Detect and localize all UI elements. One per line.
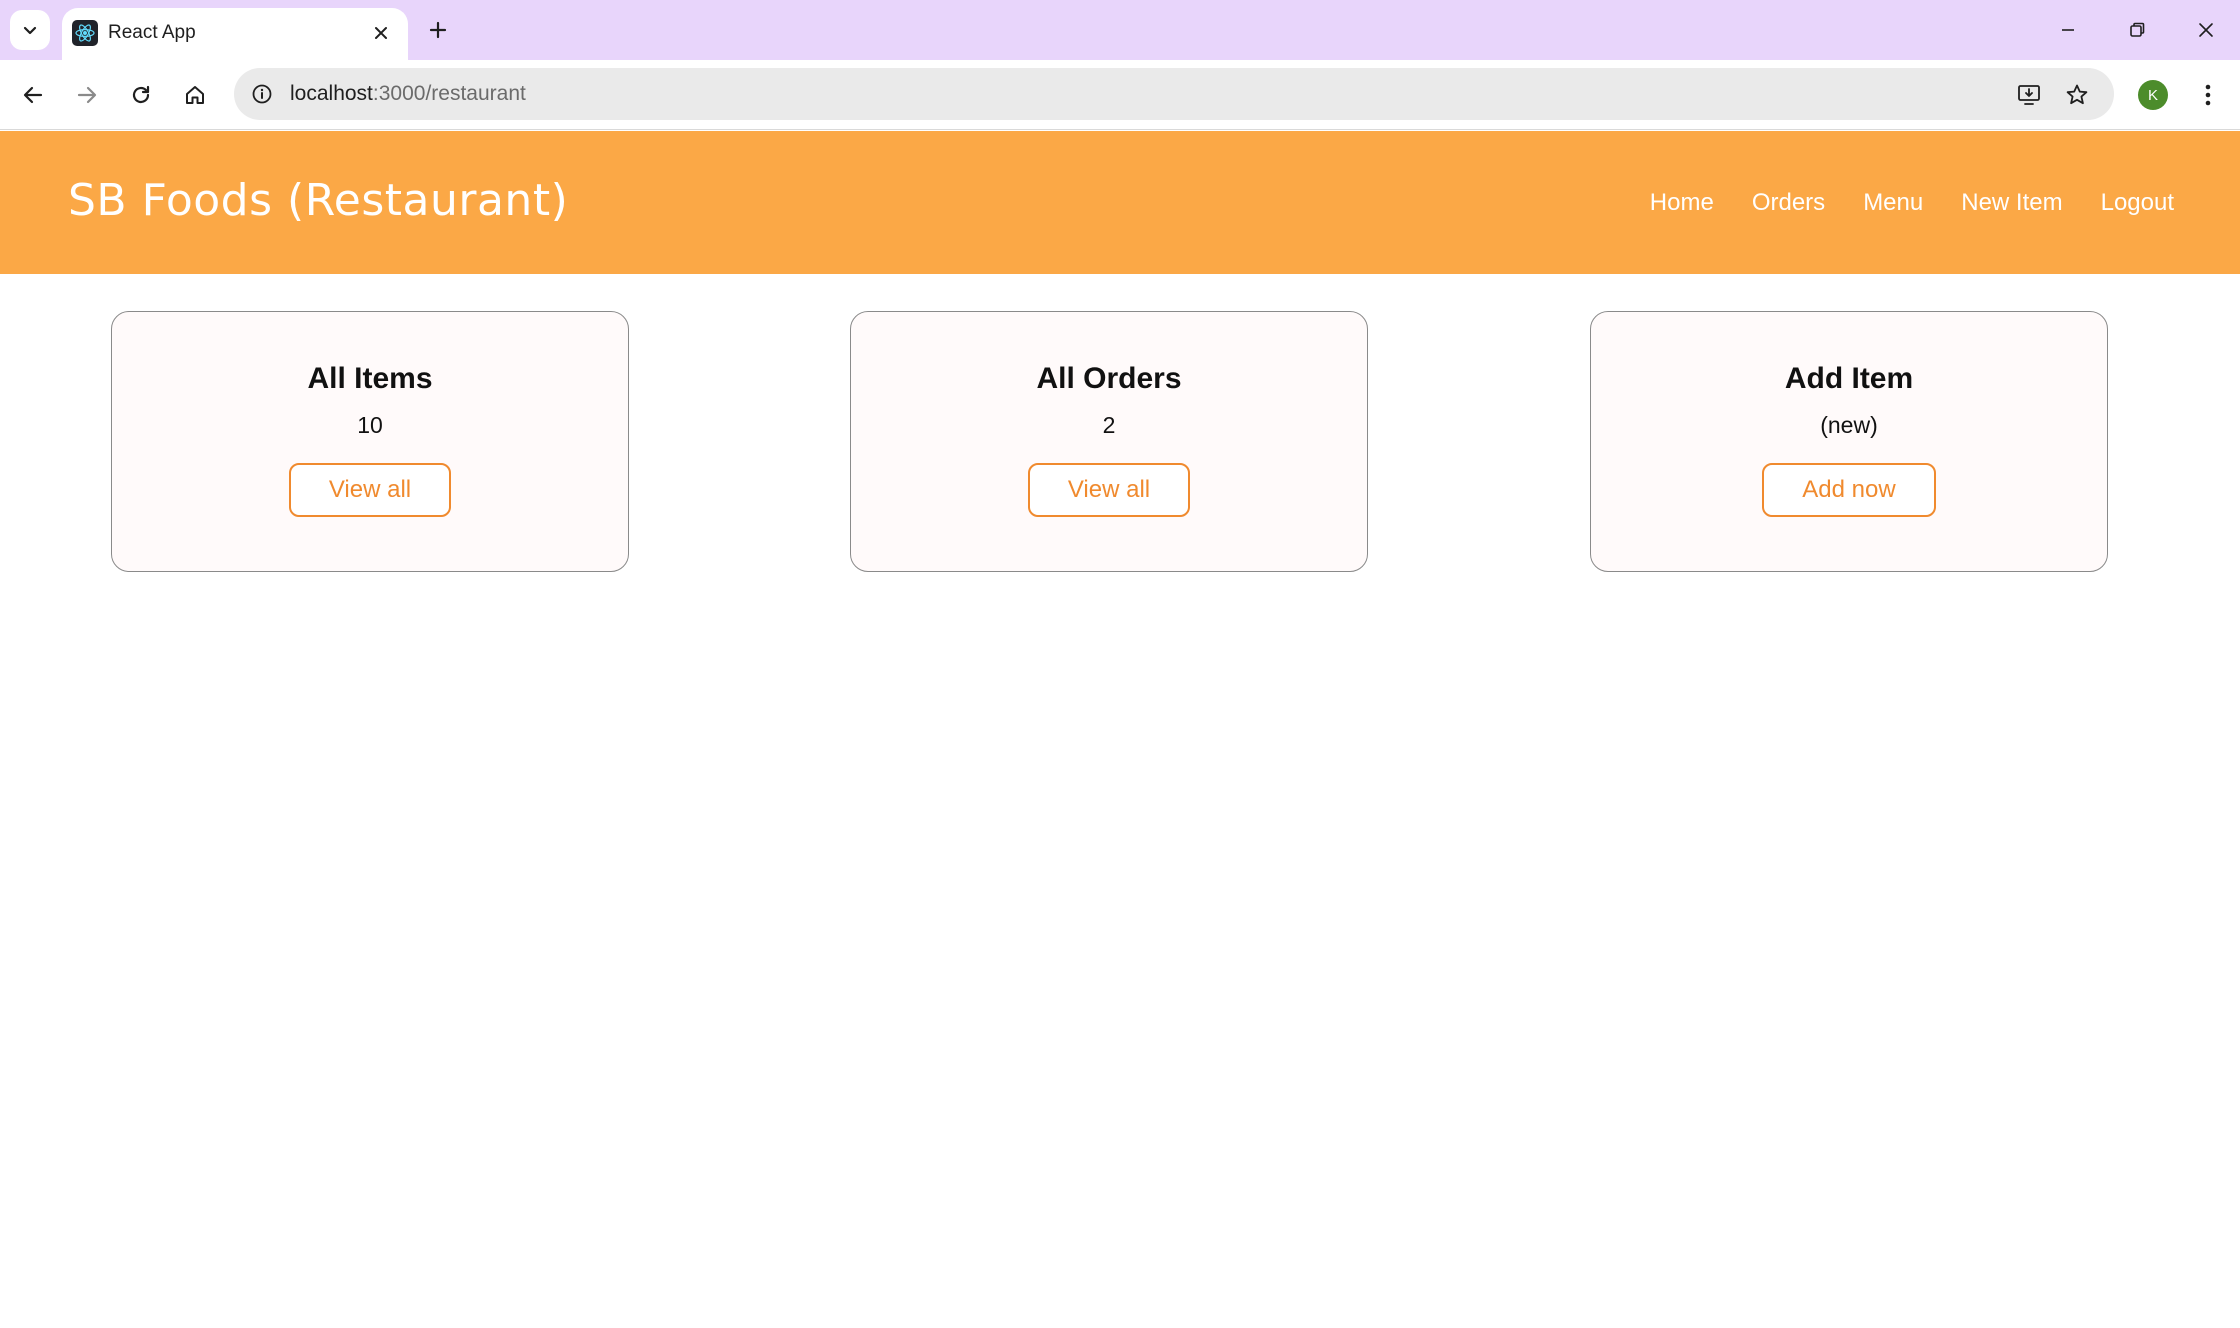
more-vertical-icon: [2205, 84, 2211, 106]
card-add-item: Add Item (new) Add now: [1590, 311, 2108, 572]
browser-toolbar: localhost:3000/restaurant K: [0, 60, 2240, 130]
close-icon: [375, 27, 387, 39]
nav-link-logout[interactable]: Logout: [2101, 189, 2174, 217]
arrow-right-icon: [77, 86, 97, 104]
forward-button[interactable]: [67, 75, 107, 115]
minimize-button[interactable]: [2040, 8, 2096, 52]
close-icon: [2199, 23, 2213, 37]
url-path: :3000/restaurant: [372, 82, 526, 105]
nav-link-orders[interactable]: Orders: [1752, 189, 1825, 217]
view-all-items-button[interactable]: View all: [288, 463, 452, 517]
reload-icon: [132, 85, 150, 104]
add-now-button[interactable]: Add now: [1762, 463, 1936, 517]
home-button[interactable]: [175, 75, 215, 115]
card-value: (new): [1820, 412, 1878, 438]
url-host: localhost: [290, 82, 373, 105]
arrow-left-icon: [23, 86, 43, 104]
minimize-icon: [2062, 29, 2074, 31]
restore-icon: [2130, 22, 2145, 37]
plus-icon: [429, 21, 447, 39]
brand-title[interactable]: SB Foods (Restaurant): [68, 175, 568, 226]
reload-button[interactable]: [121, 75, 161, 115]
browser-menu-button[interactable]: [2190, 75, 2226, 115]
app-navbar: SB Foods (Restaurant) Home Orders Menu N…: [0, 131, 2240, 274]
react-logo-icon: [72, 20, 98, 46]
browser-tab-strip: React App: [0, 0, 2240, 60]
view-all-orders-button[interactable]: View all: [1027, 463, 1191, 517]
nav-link-menu[interactable]: Menu: [1863, 189, 1923, 217]
url-text[interactable]: localhost:3000/restaurant: [290, 82, 526, 106]
nav-link-home[interactable]: Home: [1650, 189, 1714, 217]
restore-button[interactable]: [2109, 8, 2165, 52]
install-app-icon[interactable]: [2012, 78, 2046, 112]
card-title: All Orders: [1036, 362, 1182, 395]
tab-search-button[interactable]: [10, 10, 50, 50]
card-title: Add Item: [1784, 362, 1914, 395]
card-title: All Items: [307, 362, 433, 395]
nav-links: Home Orders Menu New Item Logout: [1650, 189, 2174, 217]
bookmark-star-icon[interactable]: [2060, 78, 2094, 112]
address-bar[interactable]: localhost:3000/restaurant: [234, 68, 2114, 120]
nav-link-new-item[interactable]: New Item: [1961, 189, 2062, 217]
chevron-down-icon: [23, 26, 37, 35]
back-button[interactable]: [13, 75, 53, 115]
card-value: 10: [357, 412, 383, 438]
tab-title: React App: [108, 22, 196, 43]
new-tab-button[interactable]: [420, 12, 456, 48]
home-icon: [186, 86, 204, 104]
close-window-button[interactable]: [2178, 8, 2234, 52]
card-all-items: All Items 10 View all: [111, 311, 629, 572]
site-info-icon[interactable]: [246, 78, 278, 110]
tab-close-button[interactable]: [368, 20, 394, 46]
card-value: 2: [1102, 412, 1116, 438]
browser-tab-active[interactable]: React App: [62, 8, 408, 60]
card-all-orders: All Orders 2 View all: [850, 311, 1368, 572]
profile-avatar[interactable]: K: [2138, 80, 2168, 110]
